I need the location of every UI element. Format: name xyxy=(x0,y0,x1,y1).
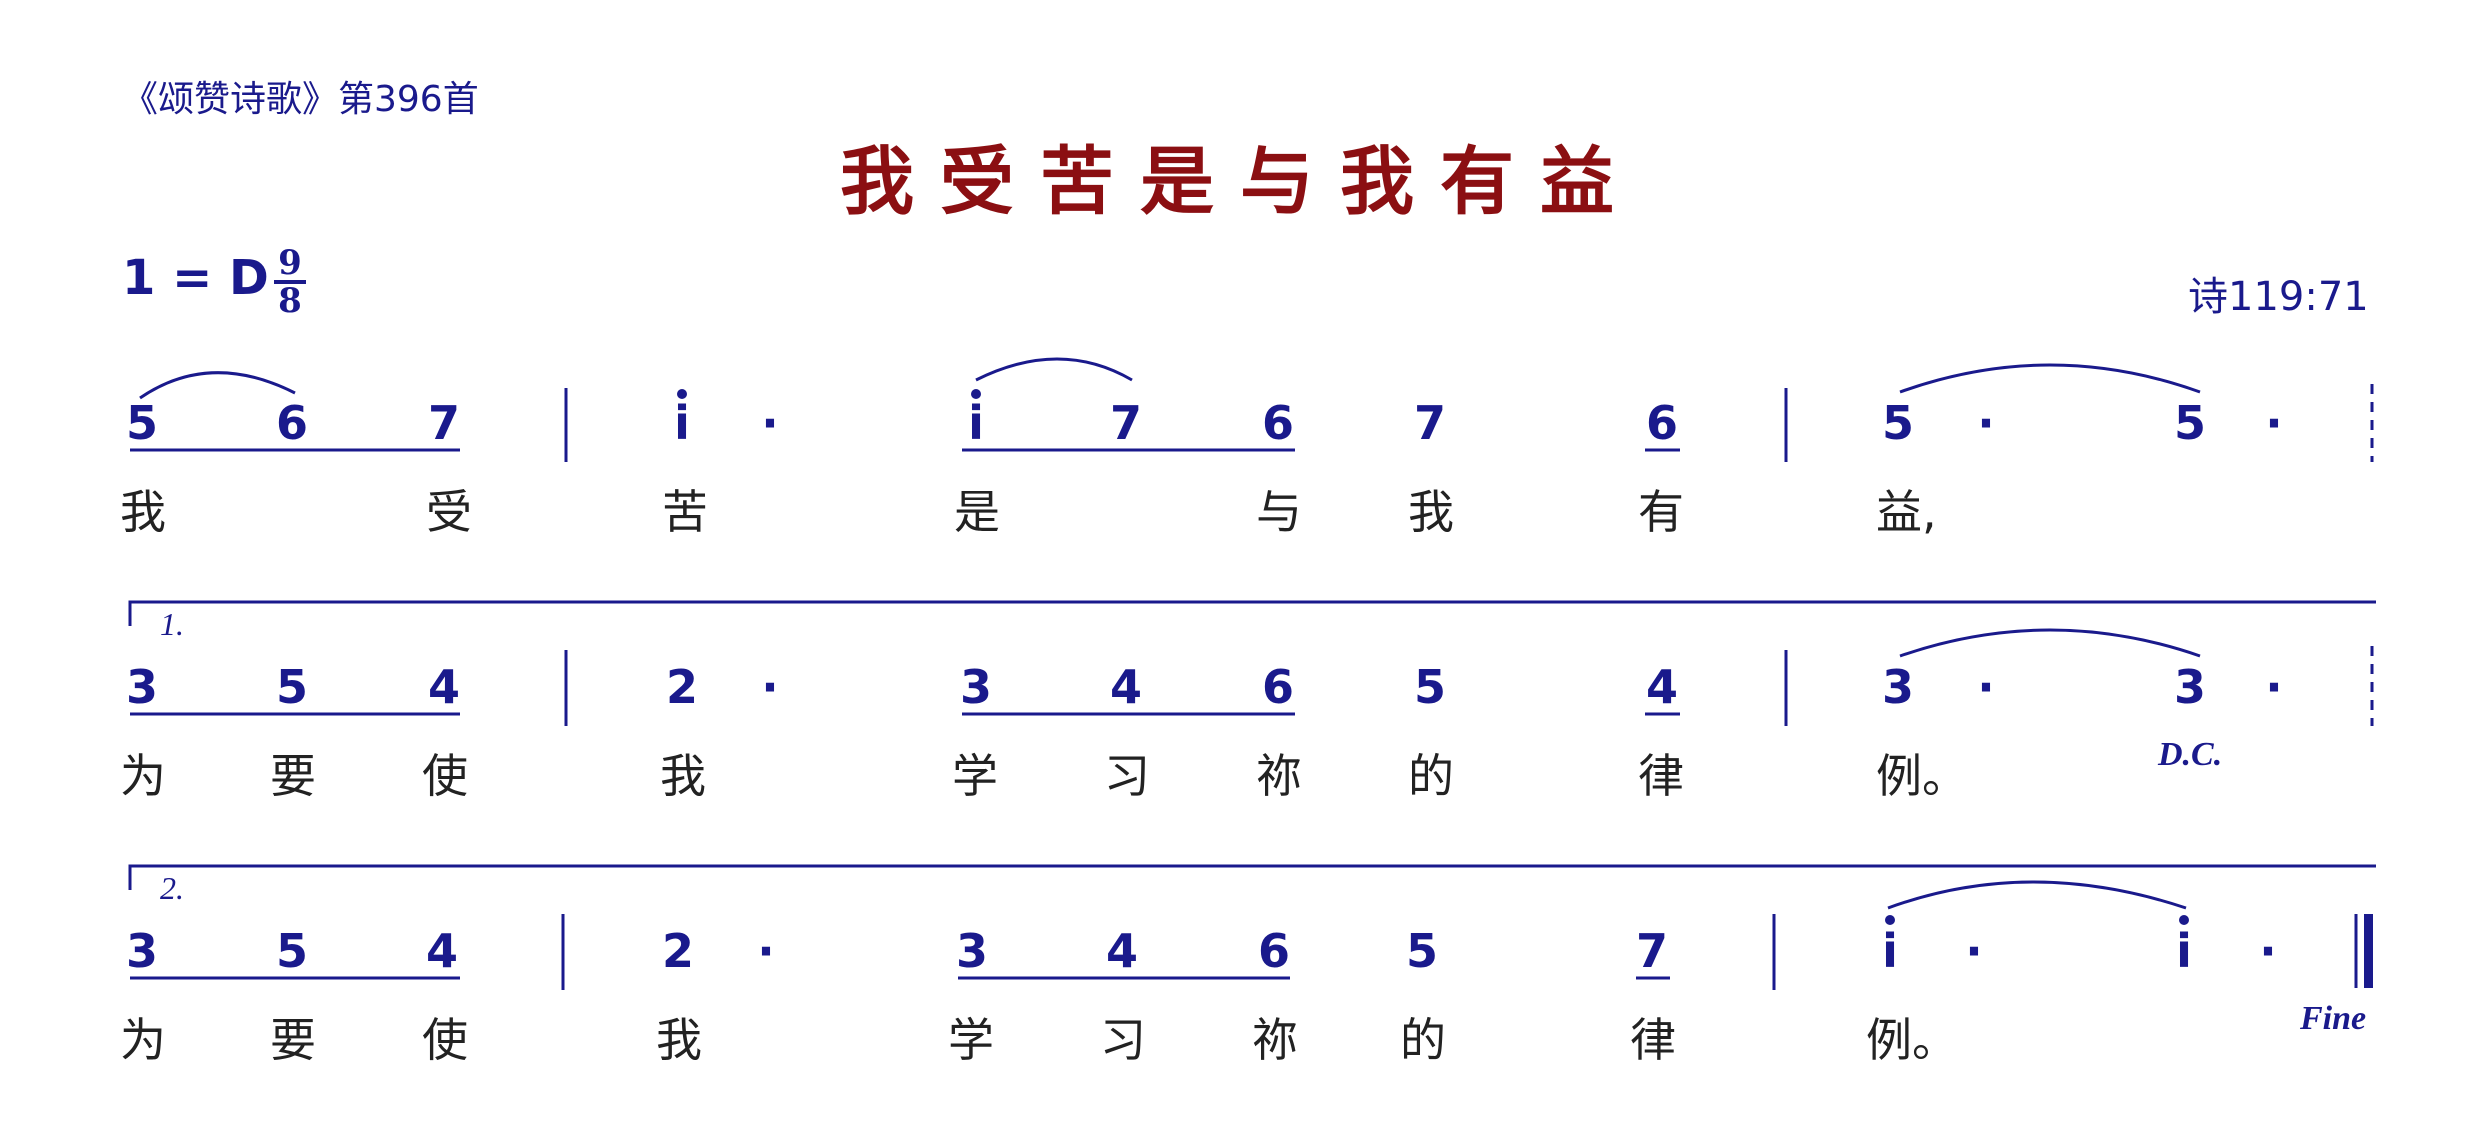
slur xyxy=(139,371,296,400)
lyric: 祢 xyxy=(1252,1013,1298,1067)
note: 7 xyxy=(1635,924,1668,978)
lyric: 要 xyxy=(270,1013,316,1067)
note-dot: · xyxy=(2259,924,2277,978)
note: 6 xyxy=(1261,660,1294,714)
lyric: 的 xyxy=(1400,1013,1446,1067)
slur xyxy=(975,357,1133,382)
note: 5 xyxy=(275,660,308,714)
final-barline-thick xyxy=(2364,914,2373,988)
volta-bracket-1 xyxy=(128,600,2376,626)
note: 4 xyxy=(427,660,460,714)
note: 3 xyxy=(125,924,158,978)
lyric: 祢 xyxy=(1256,749,1302,803)
note-dot: · xyxy=(2265,396,2283,450)
lyric: 我 xyxy=(120,485,166,539)
volta-bracket-2 xyxy=(128,864,2376,890)
slur xyxy=(1887,880,2187,910)
score-lines xyxy=(128,357,2376,990)
lyric: 学 xyxy=(948,1013,994,1067)
note: i xyxy=(968,396,984,450)
note-dot: · xyxy=(1977,660,1995,714)
lyric: 要 xyxy=(270,749,316,803)
lyric: 我 xyxy=(656,1013,702,1067)
lyric: 我 xyxy=(660,749,706,803)
note-dot: · xyxy=(1977,396,1995,450)
slur xyxy=(1899,363,2201,394)
lyric: 的 xyxy=(1408,749,1454,803)
note-dot: · xyxy=(1965,924,1983,978)
note: 6 xyxy=(275,396,308,450)
note: i xyxy=(2176,924,2192,978)
lyric: 律 xyxy=(1638,749,1684,803)
lyric: 我 xyxy=(1408,485,1454,539)
volta-label: 2. xyxy=(160,870,184,906)
note-dot: · xyxy=(761,396,779,450)
note: 7 xyxy=(1109,396,1142,450)
note: 5 xyxy=(1405,924,1438,978)
note: 6 xyxy=(1257,924,1290,978)
note: 5 xyxy=(125,396,158,450)
lyric: 苦 xyxy=(662,485,708,539)
note: 3 xyxy=(1881,660,1914,714)
lyric: 律 xyxy=(1630,1013,1676,1067)
note: 4 xyxy=(1109,660,1142,714)
note: 3 xyxy=(959,660,992,714)
lyric: 例。 xyxy=(1876,749,1968,803)
note: 4 xyxy=(1645,660,1678,714)
note-dot: · xyxy=(757,924,775,978)
lyric: 习 xyxy=(1104,749,1150,803)
fine-marker: Fine xyxy=(2300,1000,2367,1037)
note: 7 xyxy=(427,396,460,450)
lyric: 学 xyxy=(952,749,998,803)
note-dot: · xyxy=(2265,660,2283,714)
lyric: 益, xyxy=(1876,485,1937,539)
note-dot: · xyxy=(761,660,779,714)
note: 3 xyxy=(125,660,158,714)
note: 6 xyxy=(1645,396,1678,450)
note: 2 xyxy=(661,924,694,978)
lyric: 为 xyxy=(120,1013,166,1067)
lyric: 是 xyxy=(954,485,1000,539)
note: 5 xyxy=(1881,396,1914,450)
lyric: 习 xyxy=(1100,1013,1146,1067)
volta-label: 1. xyxy=(160,606,184,642)
note: i xyxy=(1882,924,1898,978)
slur xyxy=(1899,628,2201,658)
note: 7 xyxy=(1413,396,1446,450)
lyric: 受 xyxy=(426,485,472,539)
note: i xyxy=(674,396,690,450)
dc-marker: D.C. xyxy=(2158,736,2223,773)
lyric: 与 xyxy=(1256,485,1302,539)
note: 6 xyxy=(1261,396,1294,450)
note: 5 xyxy=(275,924,308,978)
lyric: 为 xyxy=(120,749,166,803)
lyric: 例。 xyxy=(1866,1013,1958,1067)
lyric: 有 xyxy=(1638,485,1684,539)
note: 4 xyxy=(1105,924,1138,978)
note: 3 xyxy=(2173,660,2206,714)
note: 4 xyxy=(425,924,458,978)
note: 5 xyxy=(2173,396,2206,450)
lyric: 使 xyxy=(422,1013,468,1067)
note: 5 xyxy=(1413,660,1446,714)
lyric: 使 xyxy=(422,749,468,803)
note: 2 xyxy=(665,660,698,714)
note: 3 xyxy=(955,924,988,978)
